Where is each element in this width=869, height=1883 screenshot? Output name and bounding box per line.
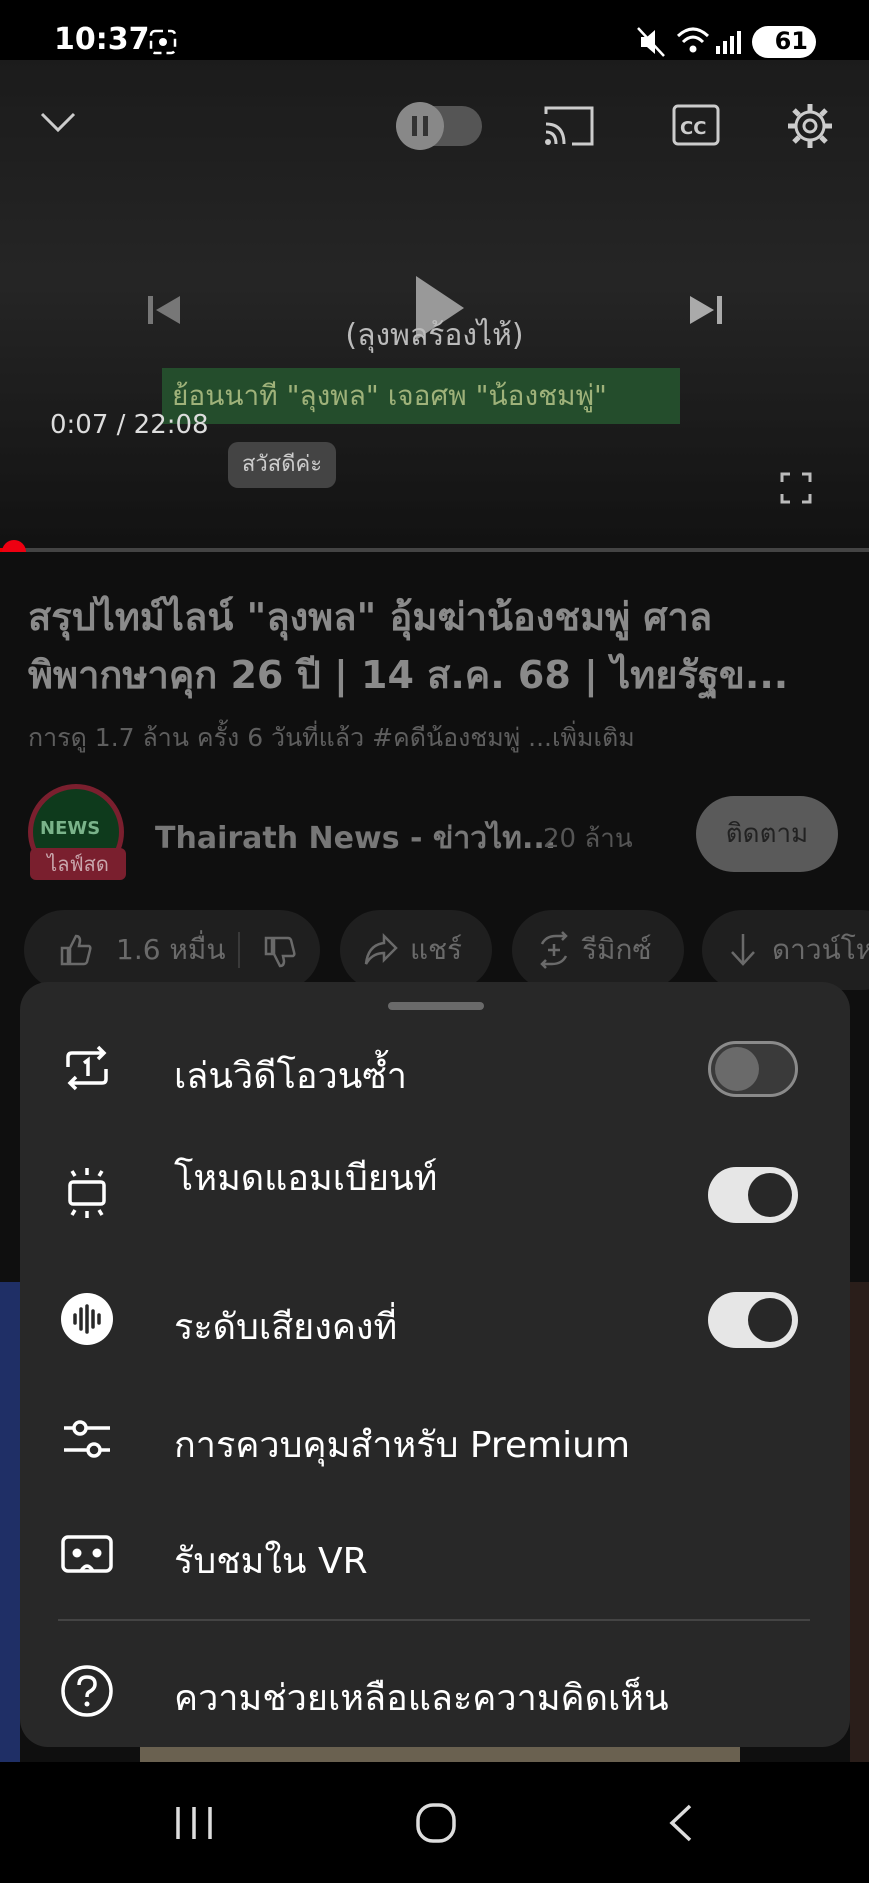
subscriber-count: 20 ล้าน: [543, 824, 633, 854]
thumbnail-bottom-edge: [140, 1747, 740, 1762]
share-label: แชร์: [410, 933, 463, 966]
like-count: 1.6 หมื่น: [116, 933, 226, 966]
stable-volume-icon: [61, 1293, 113, 1345]
remix-button[interactable]: รีมิกซ์: [512, 910, 684, 990]
pause-icon: [412, 116, 428, 136]
ambient-mode-label: โหมดแอมเบียนท์: [174, 1158, 438, 1199]
autoplay-toggle[interactable]: [396, 102, 482, 150]
premium-controls-item[interactable]: การควบคุมสำหรับ Premium: [174, 1416, 630, 1473]
download-icon: [731, 934, 755, 966]
like-icon[interactable]: [58, 932, 94, 968]
thumbnail-left-edge: [0, 1282, 20, 1762]
settings-gear-icon[interactable]: [786, 102, 834, 150]
news-banner: ย้อนนาที "ลุงพล" เจอศพ "น้องชมพู่": [162, 368, 680, 424]
sheet-divider: [58, 1619, 810, 1621]
thumbnail-right-edge: [850, 1282, 869, 1762]
avatar-logo-text: NEWS: [40, 818, 101, 839]
help-icon[interactable]: [60, 1664, 114, 1718]
battery-indicator: 61: [752, 26, 816, 58]
subscribe-button[interactable]: ติดตาม: [696, 796, 838, 872]
fullscreen-icon[interactable]: [780, 472, 812, 504]
vr-headset-icon[interactable]: [60, 1527, 114, 1581]
sliders-icon[interactable]: [60, 1412, 114, 1466]
svg-text:CC: CC: [680, 118, 706, 139]
timecode: 0:07 / 22:08: [50, 410, 209, 440]
download-button[interactable]: ดาวน์โห: [702, 910, 869, 990]
battery-percent: 61: [774, 27, 808, 55]
signal-icon: [716, 31, 741, 54]
video-meta[interactable]: การดู 1.7 ล้าน ครั้ง 6 วันที่แล้ว #คดีน้…: [28, 718, 635, 758]
help-feedback-item[interactable]: ความช่วยเหลือและความคิดเห็น: [174, 1669, 669, 1726]
ambient-mode-toggle[interactable]: [708, 1167, 798, 1223]
share-button[interactable]: แชร์: [340, 910, 492, 990]
live-badge: ไลฟ์สด: [30, 848, 126, 880]
stable-volume-label: ระดับเสียงคงที่: [174, 1307, 398, 1348]
recents-icon[interactable]: [172, 1803, 216, 1843]
like-dislike-chip[interactable]: 1.6 หมื่น: [24, 910, 320, 990]
home-icon[interactable]: [414, 1801, 458, 1845]
video-caption: (ลุงพลร้องไห้): [345, 318, 524, 353]
remix-icon: [540, 931, 568, 969]
back-icon[interactable]: [664, 1802, 696, 1844]
cast-icon[interactable]: [542, 104, 596, 148]
repeat-one-icon: [66, 1045, 108, 1091]
remix-label: รีมิกซ์: [582, 933, 652, 966]
video-greeting: สวัสดีค่ะ: [228, 442, 337, 488]
wifi-icon: [676, 27, 710, 53]
collapse-chevron-icon[interactable]: [38, 108, 78, 134]
video-title[interactable]: สรุปไทม์ไลน์ "ลุงพล" อุ้มฆ่าน้องชมพู่ ศา…: [28, 588, 838, 704]
watch-in-vr-item[interactable]: รับชมใน VR: [174, 1532, 368, 1589]
more-options-sheet: [20, 982, 850, 1747]
stable-volume-toggle[interactable]: [708, 1292, 798, 1348]
share-icon: [364, 932, 398, 965]
mute-icon: [637, 27, 665, 57]
status-time: 10:37: [54, 22, 150, 57]
loop-video-toggle[interactable]: [708, 1041, 798, 1097]
captions-icon[interactable]: CC: [672, 104, 720, 146]
loop-video-label: เล่นวิดีโอวนซ้ำ: [174, 1056, 407, 1097]
download-label: ดาวน์โห: [772, 933, 869, 966]
dislike-icon[interactable]: [262, 934, 298, 970]
channel-name[interactable]: Thairath News - ข่าวไท...: [155, 815, 556, 862]
ambient-mode-icon: [68, 1168, 106, 1218]
screen-record-icon: [149, 29, 177, 55]
drag-handle[interactable]: [388, 1002, 484, 1010]
